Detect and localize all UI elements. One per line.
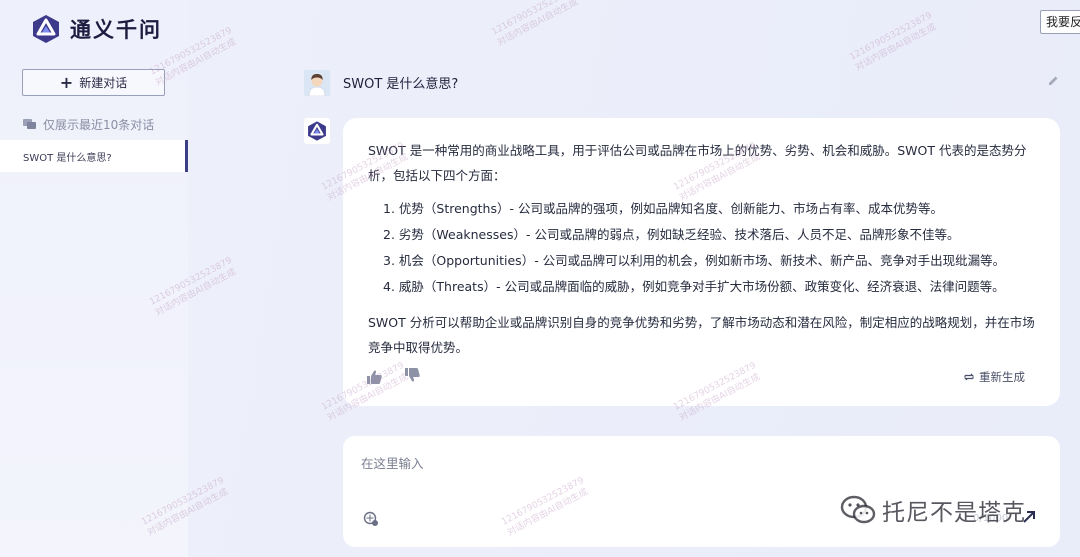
answer-outro: SWOT 分析可以帮助企业或品牌识别自身的竞争优势和劣势，了解市场动态和潜在风险… [368,315,1035,355]
list-item: 2. 劣势（Weaknesses）- 公司或品牌的弱点，例如缺乏经验、技术落后、… [383,227,960,242]
regenerate-button[interactable]: 重新生成 [963,369,1025,385]
wechat-icon [840,495,876,524]
thumbs-down-icon[interactable] [405,368,420,382]
chat-bubble-icon [23,119,36,129]
watermark-badge-text: 托尼不是塔克 [882,500,1026,526]
tool-icon[interactable] [363,511,379,527]
watermark-line: 1216790532523879 [848,10,934,63]
history-item[interactable]: SWOT 是什么意思? [0,140,188,172]
refresh-icon [964,373,974,381]
brand-name: 通义千问 [70,18,162,42]
watermark: 1216790532523879 对话内容由AI自动生成 [490,0,582,49]
watermark-line: 1216790532523879 [490,0,576,38]
message-input[interactable] [361,452,961,474]
bot-avatar-icon [304,118,330,144]
new-chat-button[interactable]: + 新建对话 [22,69,165,96]
regenerate-label: 重新生成 [979,370,1025,384]
watermark-line: 对话内容由AI自动生成 [853,22,938,74]
recent-note: 仅展示最近10条对话 [23,116,154,133]
list-item: 4. 威胁（Threats）- 公司或品牌面临的威胁，例如竞争对手扩大市场份额、… [383,279,1005,294]
user-avatar-icon [304,70,330,96]
watermark-badge: 托尼不是塔克 [838,490,1026,530]
edit-icon[interactable] [1048,75,1059,86]
watermark-line: 对话内容由AI自动生成 [495,0,580,49]
answer-card: SWOT 是一种常用的商业战略工具，用于评估公司或品牌在市场上的优势、劣势、机会… [343,118,1060,406]
list-item: 1. 优势（Strengths）- 公司或品牌的强项，例如品牌知名度、创新能力、… [383,201,943,216]
history-item-label: SWOT 是什么意思? [23,152,112,164]
answer-intro: SWOT 是一种常用的商业战略工具，用于评估公司或品牌在市场上的优势、劣势、机会… [368,143,1027,183]
sidebar: 通义千问 + 新建对话 仅展示最近10条对话 SWOT 是什么意思? [0,0,188,557]
recent-note-label: 仅展示最近10条对话 [43,118,155,132]
thumbs-up-icon[interactable] [367,370,382,384]
new-chat-label: 新建对话 [79,76,128,90]
plus-icon: + [59,72,74,92]
watermark: 1216790532523879 对话内容由AI自动生成 [848,10,940,74]
user-question: SWOT 是什么意思? [343,77,459,92]
brand[interactable]: 通义千问 [30,13,162,45]
feedback-button[interactable]: 我要反馈 [1040,10,1080,34]
logo-icon [33,15,59,43]
list-item: 3. 机会（Opportunities）- 公司或品牌可以利用的机会，例如新市场… [383,253,1006,268]
answer-list: 1. 优势（Strengths）- 公司或品牌的强项，例如品牌知名度、创新能力、… [383,196,1005,300]
